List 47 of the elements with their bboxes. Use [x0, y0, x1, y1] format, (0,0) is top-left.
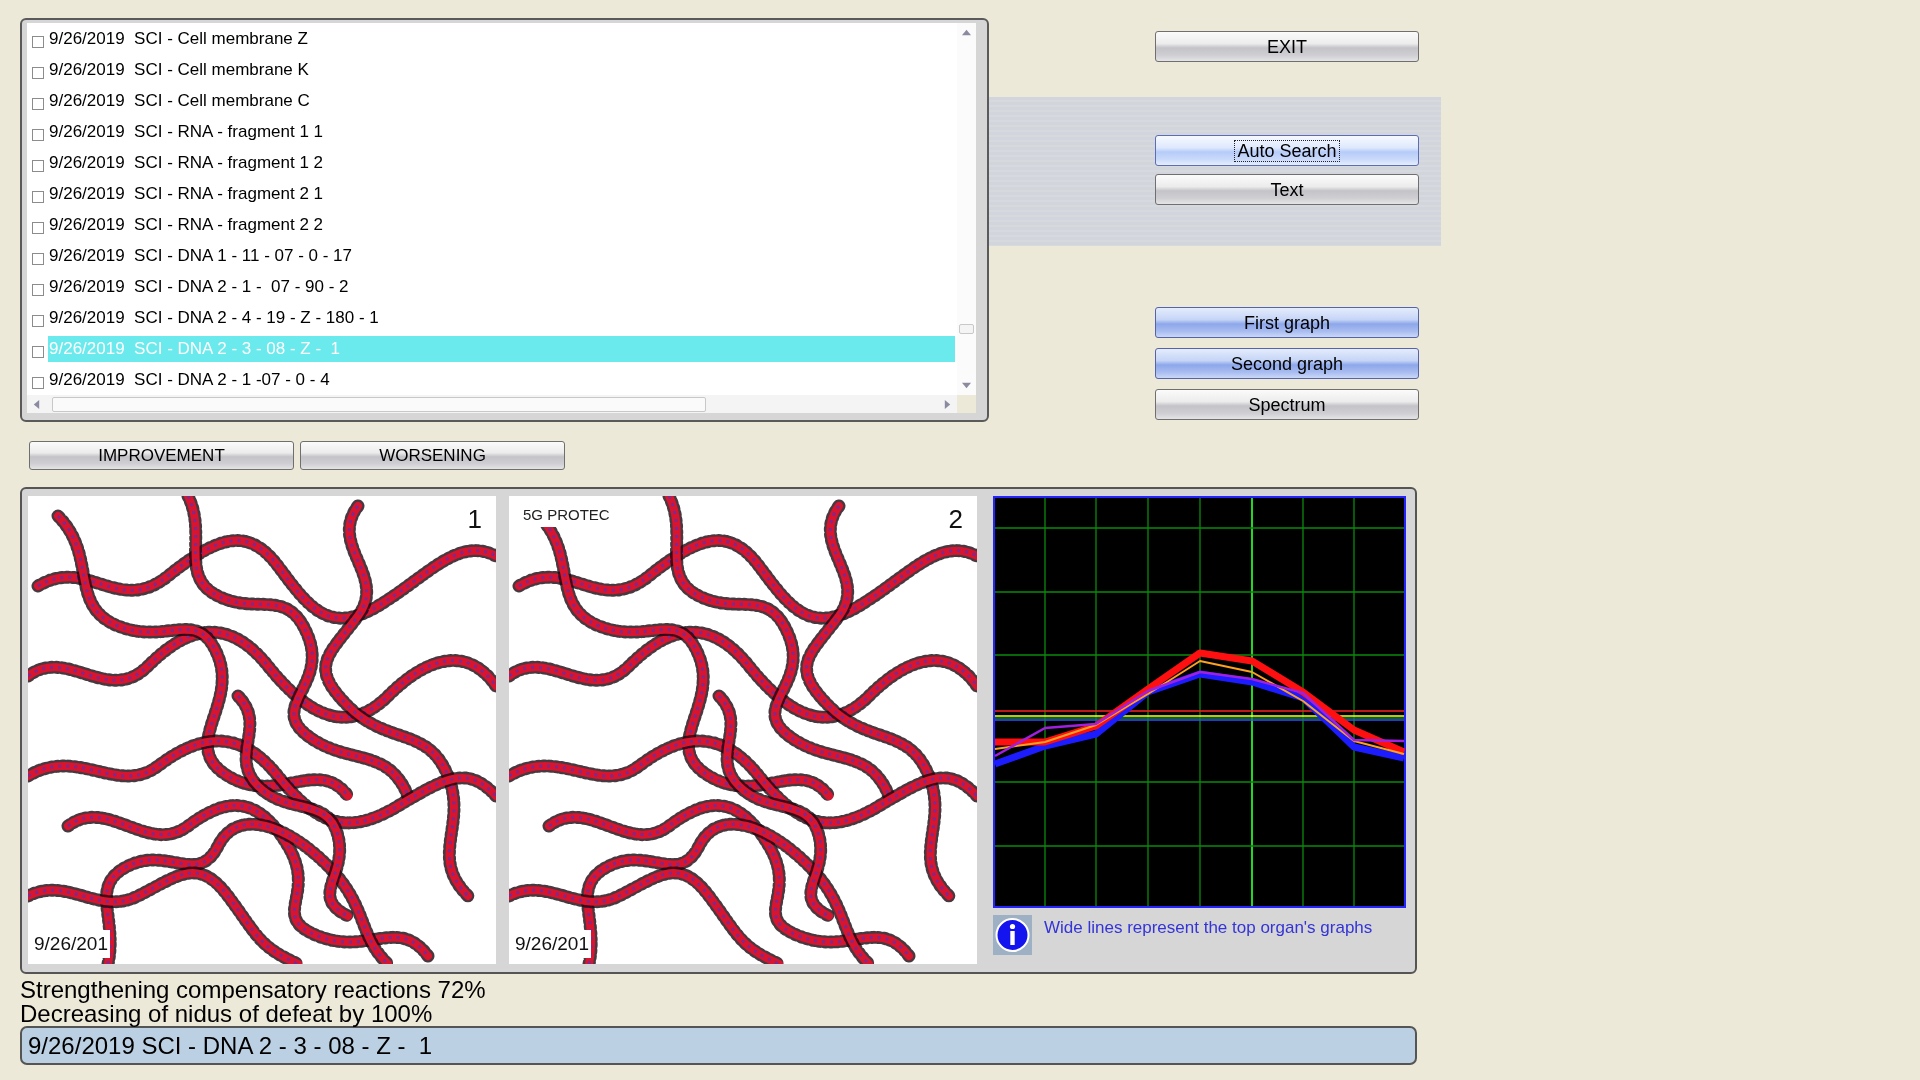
- checkbox[interactable]: [32, 283, 44, 296]
- image-date: 9/26/201: [513, 929, 591, 958]
- checkbox[interactable]: [32, 159, 44, 172]
- list-item[interactable]: 9/26/2019 SCI - DNA 1 - 11 - 07 - 0 - 17: [48, 242, 955, 269]
- text-button[interactable]: Text: [1155, 174, 1419, 205]
- result-text: Strengthening compensatory reactions 72%: [20, 978, 486, 1002]
- checkbox[interactable]: [32, 252, 44, 265]
- checkbox[interactable]: [32, 35, 44, 48]
- result-text: Decreasing of nidus of defeat by 100%: [20, 1002, 433, 1026]
- scroll-up-arrow-icon[interactable]: [962, 28, 971, 37]
- list-item[interactable]: 9/26/2019 SCI - DNA 2 - 1 -07 - 0 - 4: [48, 366, 955, 393]
- filter-button[interactable]: IMPROVEMENT: [29, 441, 294, 470]
- exit-button[interactable]: EXIT: [1155, 31, 1419, 62]
- list-item[interactable]: 9/26/2019 SCI - RNA - fragment 1 1: [48, 118, 955, 145]
- status-bar: 9/26/2019 SCI - DNA 2 - 3 - 08 - Z - 1: [20, 1026, 1417, 1065]
- list-item[interactable]: 9/26/2019 SCI - RNA - fragment 2 2: [48, 211, 955, 238]
- scroll-right-arrow-icon[interactable]: [943, 399, 952, 409]
- graph-button[interactable]: Spectrum: [1155, 389, 1419, 420]
- list-item[interactable]: 9/26/2019 SCI - DNA 2 - 4 - 19 - Z - 180 - 1: [48, 304, 955, 331]
- image-date: 9/26/201: [32, 929, 110, 958]
- list-item[interactable]: 9/26/2019 SCI - Cell membrane C: [48, 87, 955, 114]
- list-item[interactable]: 9/26/2019 SCI - DNA 2 - 1 - 07 - 90 - 2: [48, 273, 955, 300]
- list-item[interactable]: 9/26/2019 SCI - RNA - fragment 1 2: [48, 149, 955, 176]
- scrollbar-corner: [957, 395, 976, 413]
- horizontal-scrollbar[interactable]: [27, 395, 976, 413]
- list-item[interactable]: 9/26/2019 SCI - Cell membrane Z: [48, 25, 955, 52]
- list-item[interactable]: 9/26/2019 SCI - Cell membrane K: [48, 56, 955, 83]
- checkbox[interactable]: [32, 221, 44, 234]
- scroll-down-arrow-icon[interactable]: [962, 381, 971, 390]
- scroll-left-arrow-icon[interactable]: [32, 399, 41, 409]
- filter-button[interactable]: WORSENING: [300, 441, 565, 470]
- info-icon: [993, 915, 1032, 955]
- graph-button[interactable]: First graph: [1155, 307, 1419, 338]
- info-text: Wide lines represent the top organ's graphs: [1044, 918, 1373, 939]
- checkbox[interactable]: [32, 66, 44, 79]
- vertical-scrollbar[interactable]: [957, 23, 976, 395]
- list-item[interactable]: 9/26/2019 SCI - RNA - fragment 2 1: [48, 180, 955, 207]
- scrollbar-thumb[interactable]: [959, 324, 974, 334]
- checkbox[interactable]: [32, 345, 44, 358]
- auto-search-button[interactable]: Auto Search: [1155, 135, 1419, 166]
- checkbox[interactable]: [32, 128, 44, 141]
- checkbox[interactable]: [32, 97, 44, 110]
- checkbox[interactable]: [32, 314, 44, 327]
- scrollbar-thumb[interactable]: [52, 396, 706, 412]
- checkbox[interactable]: [32, 190, 44, 203]
- graph-button[interactable]: Second graph: [1155, 348, 1419, 379]
- checkbox[interactable]: [32, 376, 44, 389]
